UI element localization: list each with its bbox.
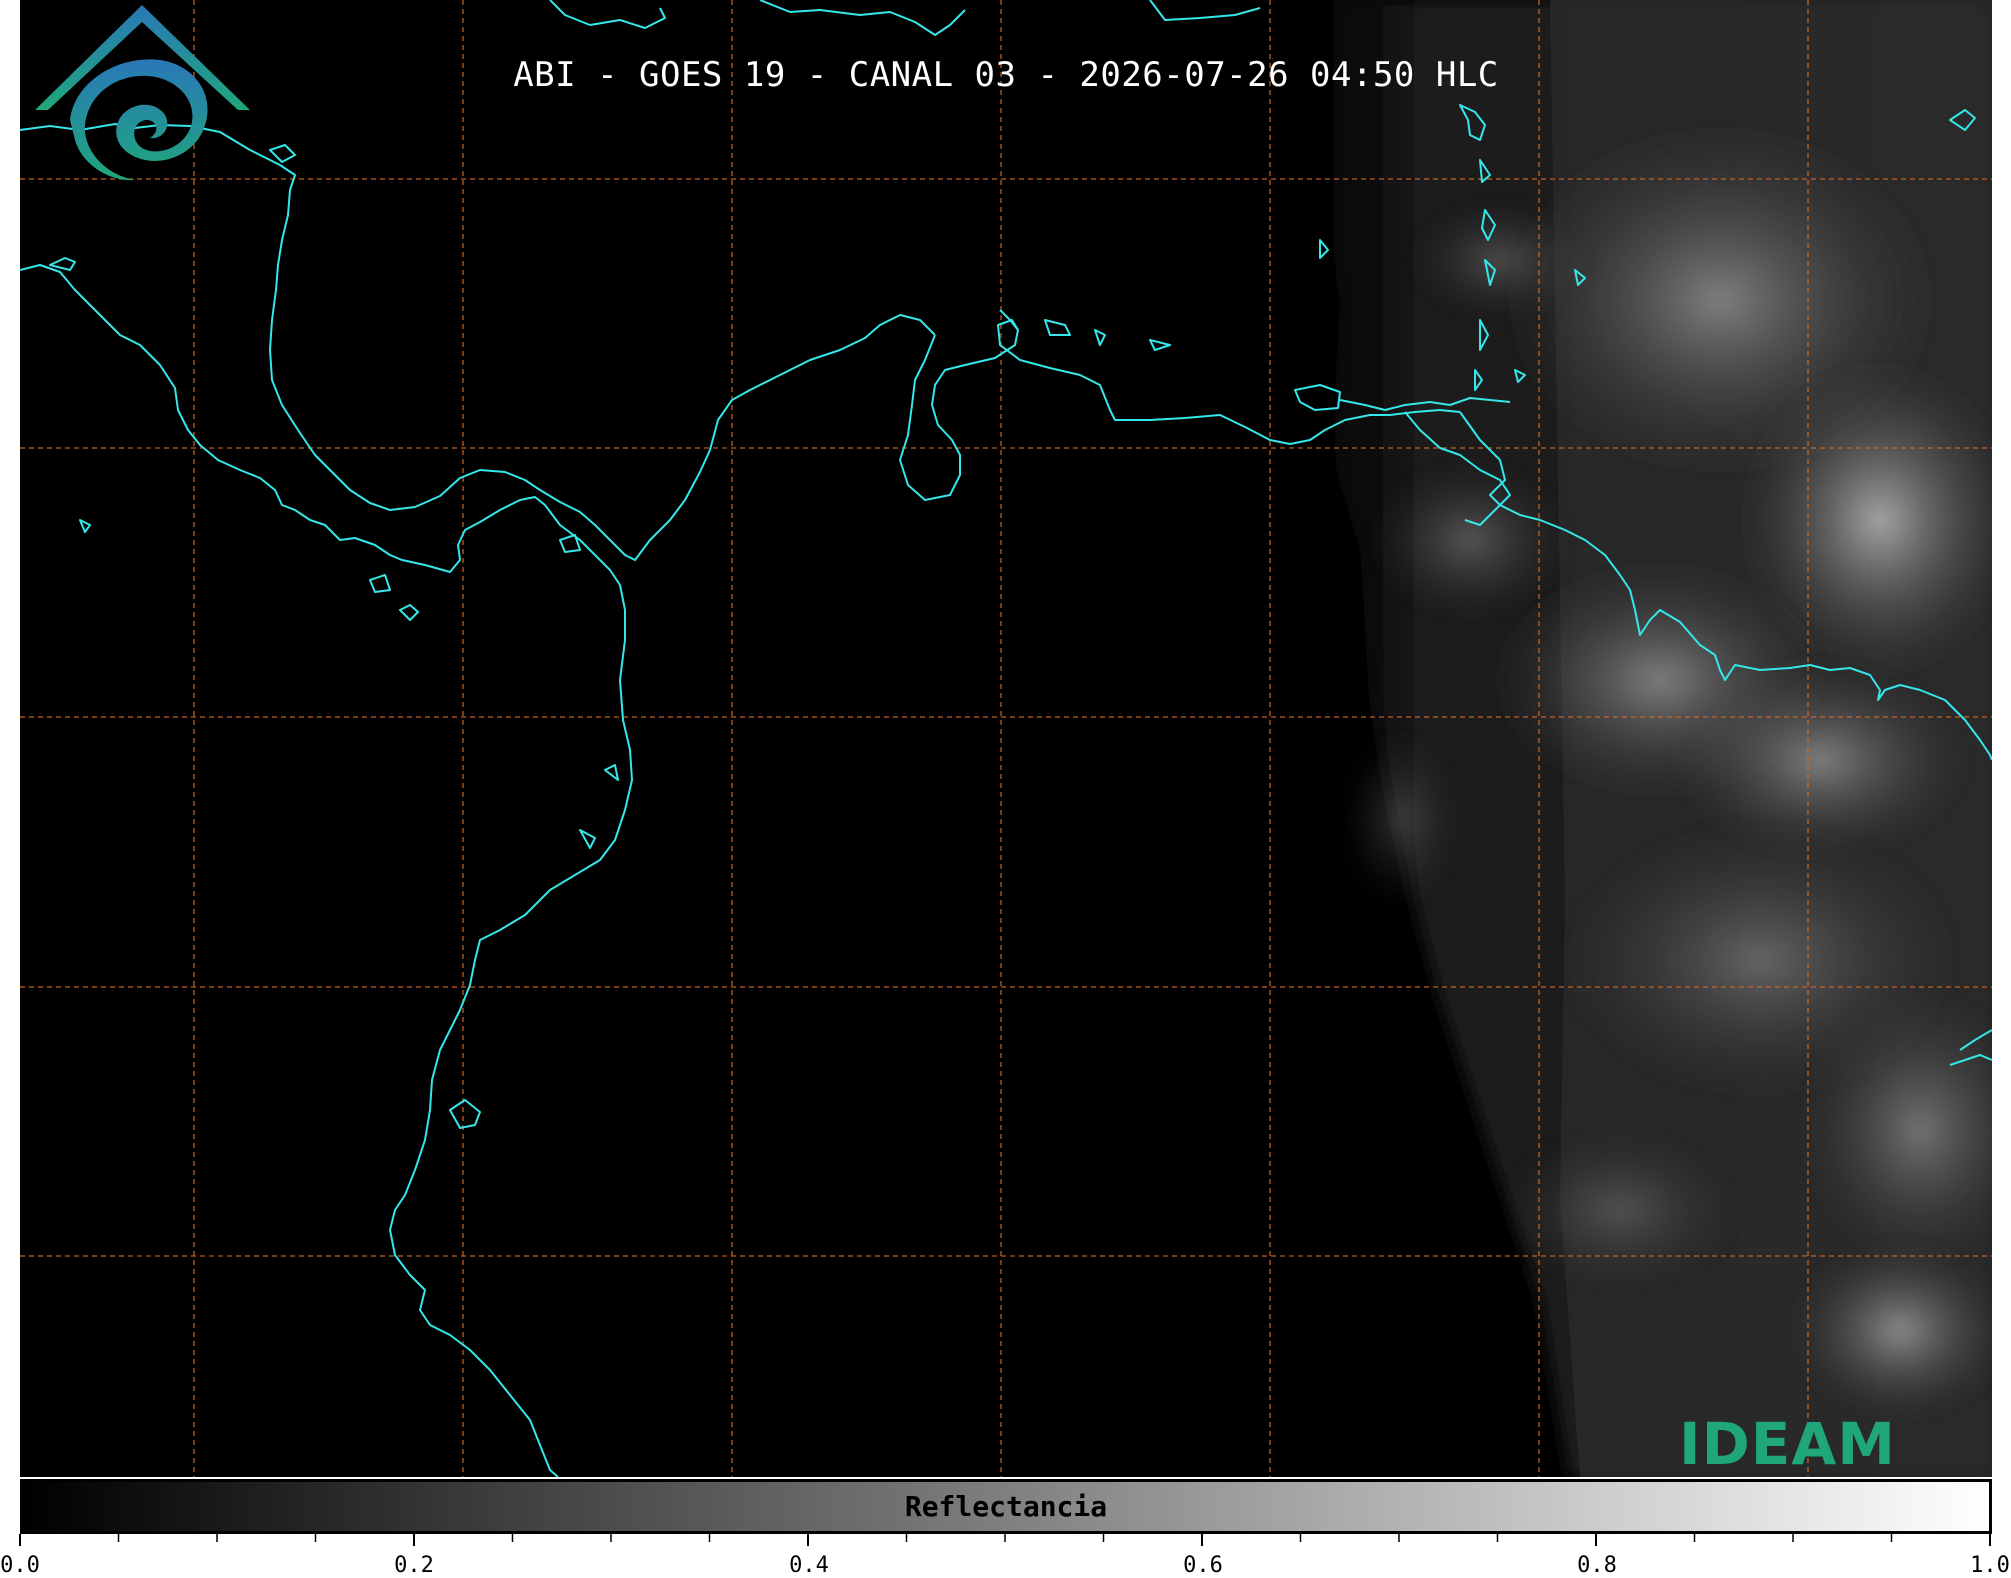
satellite-image-panel: ABI - GOES 19 - CANAL 03 - 2026-07-26 04… [20, 0, 1992, 1477]
colorbar-tick-label: 0.2 [394, 1553, 434, 1578]
satellite-imagery [20, 0, 1992, 1477]
colorbar-tick-label: 0.8 [1577, 1553, 1617, 1578]
colorbar-tick-label: 0.6 [1183, 1553, 1223, 1578]
image-title: ABI - GOES 19 - CANAL 03 - 2026-07-26 04… [513, 55, 1499, 95]
colorbar-label: Reflectancia [904, 1490, 1108, 1523]
ideam-logo-text: IDEAM [1679, 1410, 1896, 1477]
colorbar-tick-label: 0.0 [0, 1553, 40, 1578]
ideam-logo-icon [35, 5, 250, 181]
colorbar-tick-label: 0.4 [789, 1553, 829, 1578]
colorbar-tick-label: 1.0 [1970, 1553, 2010, 1578]
colorbar: Reflectancia [20, 1479, 1992, 1534]
colorbar-ticks [19, 1534, 1991, 1546]
